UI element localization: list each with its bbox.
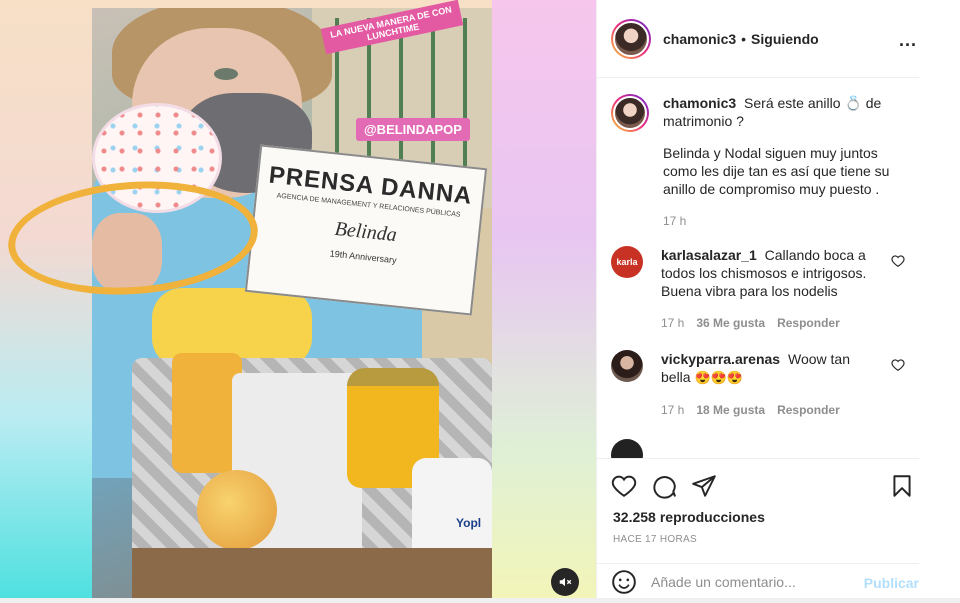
post-photo: PRENSA DANNA AGENCIA DE MANAGEMENT Y REL… (92, 8, 492, 598)
add-comment-bar: Publicar (597, 563, 919, 599)
comment-username[interactable]: karlasalazar_1 (661, 247, 757, 263)
yogurt-brand: Yopl (456, 516, 482, 530)
follow-status-button[interactable]: Siguiendo (751, 31, 819, 47)
window-bottom-strip (0, 598, 960, 603)
mute-button[interactable] (551, 568, 579, 596)
comment-item: vickyparra.arenas Woow tan bella 😍😍😍 17 … (611, 350, 905, 419)
commenter-avatar-text: karla (616, 257, 638, 267)
comment-reply-button[interactable]: Responder (777, 314, 840, 332)
caption-username[interactable]: chamonic3 (663, 95, 736, 111)
emoji-smiley-icon[interactable] (611, 569, 637, 595)
caption-avatar[interactable] (611, 94, 649, 132)
comment-item-partial (611, 439, 905, 458)
wooden-tray (132, 548, 492, 598)
caption: chamonic3 Será este anillo 💍 de matrimon… (611, 94, 905, 230)
apple (197, 470, 277, 550)
comment-username[interactable]: vickyparra.arenas (661, 351, 780, 367)
ring-emoji: 💍 (844, 95, 862, 111)
author-avatar[interactable] (611, 18, 651, 59)
like-heart-icon[interactable] (611, 473, 637, 499)
commenter-avatar[interactable] (611, 439, 643, 458)
separator-dot: • (741, 30, 747, 47)
save-bookmark-icon[interactable] (889, 473, 915, 499)
like-comment-heart-icon[interactable] (891, 254, 905, 268)
comment-likes[interactable]: 36 Me gusta (696, 314, 765, 332)
eye (214, 68, 238, 80)
comment-bubble-icon[interactable] (651, 473, 677, 499)
mention-sticker: @BELINDAPOP (356, 118, 470, 141)
like-comment-heart-icon[interactable] (891, 358, 905, 372)
post-actions: 32.258reproducciones HACE 17 HORAS Publi… (597, 458, 919, 598)
post-header: chamonic3 • Siguiendo ... (597, 0, 919, 78)
share-paper-plane-icon[interactable] (691, 473, 717, 499)
commenter-avatar[interactable]: karla (611, 246, 643, 278)
speaker-muted-icon (559, 577, 572, 587)
comments-list[interactable]: chamonic3 Será este anillo 💍 de matrimon… (597, 78, 919, 458)
comment-time[interactable]: 17 h (661, 401, 684, 419)
post-details-panel: chamonic3 • Siguiendo ... chamonic3 Será… (596, 0, 919, 598)
caption-time[interactable]: 17 h (663, 212, 686, 230)
caption-text-1: Será este anillo (744, 95, 841, 111)
post-media[interactable]: PRENSA DANNA AGENCIA DE MANAGEMENT Y REL… (0, 0, 596, 598)
more-options-button[interactable]: ... (899, 30, 917, 51)
commenter-avatar[interactable] (611, 350, 643, 382)
post-timestamp[interactable]: HACE 17 HORAS (613, 534, 697, 545)
publish-button[interactable]: Publicar (864, 575, 919, 591)
press-card: PRENSA DANNA AGENCIA DE MANAGEMENT Y REL… (244, 144, 488, 316)
comment-input[interactable] (651, 573, 851, 590)
comment-reply-button[interactable]: Responder (777, 401, 840, 419)
caption-paragraph: Belinda y Nodal siguen muy juntos como l… (663, 145, 890, 197)
media-gradient-border (492, 0, 596, 598)
comment-emojis: 😍😍😍 (694, 370, 744, 385)
comment-likes[interactable]: 18 Me gusta (696, 401, 765, 419)
views-count[interactable]: 32.258 reproducciones (613, 509, 765, 525)
views-number: 32.258 (613, 509, 656, 525)
author-username[interactable]: chamonic3 (663, 31, 736, 47)
views-label: reproducciones (659, 509, 765, 525)
comment-time[interactable]: 17 h (661, 314, 684, 332)
comment-item: karla karlasalazar_1 Callando boca a tod… (611, 246, 905, 332)
